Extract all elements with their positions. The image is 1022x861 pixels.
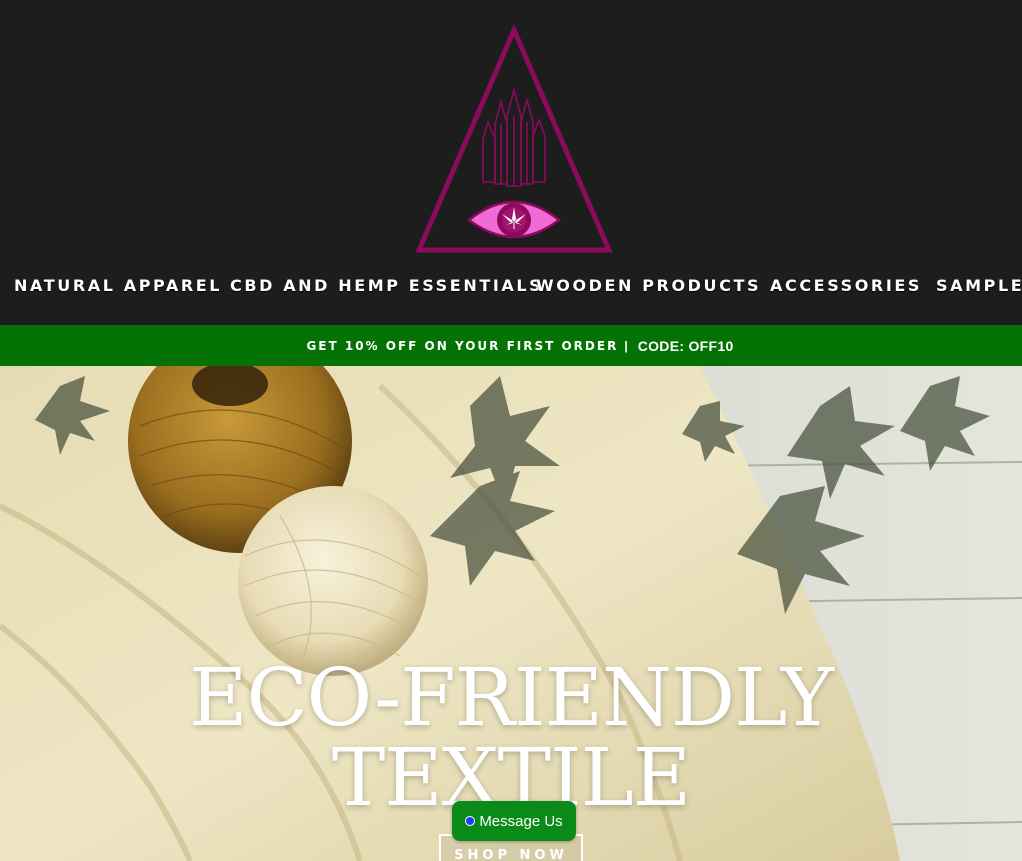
page: NATURAL APPAREL CBD AND HEMP ESSENTIALS … bbox=[0, 0, 1022, 861]
status-dot-icon bbox=[465, 816, 476, 826]
nav-item-accessories[interactable]: ACCESSORIES bbox=[770, 272, 922, 300]
site-header: NATURAL APPAREL CBD AND HEMP ESSENTIALS … bbox=[0, 0, 1022, 325]
brand-logo-icon[interactable] bbox=[413, 24, 615, 256]
nav-item-sample-products[interactable]: SAMPLE P bbox=[936, 272, 1022, 300]
nav-item-natural-apparel[interactable]: NATURAL APPAREL bbox=[14, 272, 222, 300]
promo-text: GET 10% OFF ON YOUR FIRST ORDER bbox=[306, 338, 619, 353]
promo-banner: GET 10% OFF ON YOUR FIRST ORDER | CODE: … bbox=[0, 325, 1022, 366]
promo-code: CODE: OFF10 bbox=[637, 337, 734, 354]
nav-item-cbd-hemp-essentials[interactable]: CBD AND HEMP ESSENTIALS bbox=[230, 272, 543, 300]
message-us-label: Message Us bbox=[479, 812, 563, 830]
main-nav: NATURAL APPAREL CBD AND HEMP ESSENTIALS … bbox=[0, 272, 1022, 302]
hero-title-line-1: ECO-FRIENDLY bbox=[189, 651, 834, 744]
nav-item-wooden-products[interactable]: WOODEN PRODUCTS bbox=[536, 272, 761, 300]
promo-separator: | bbox=[624, 338, 628, 353]
hero-title: ECO-FRIENDLY TEXTILE bbox=[0, 658, 1022, 818]
message-us-button[interactable]: Message Us bbox=[452, 801, 576, 841]
hero-banner: ECO-FRIENDLY TEXTILE SHOP NOW bbox=[0, 366, 1022, 861]
